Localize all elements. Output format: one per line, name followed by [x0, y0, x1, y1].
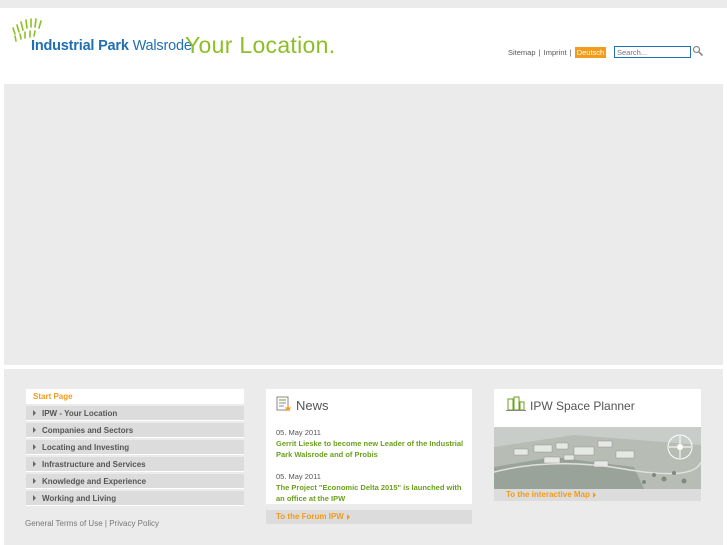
logo[interactable]: Industrial Park Walsrode: [10, 16, 192, 60]
search-icon[interactable]: [692, 45, 704, 57]
news-box: News 05. May 2011 Gerrit Lieske to becom…: [266, 389, 472, 504]
nav-item-working-and-living[interactable]: Working and Living: [26, 491, 244, 506]
news-headline[interactable]: The Project "Economic Delta 2015" is lau…: [276, 482, 466, 504]
nav-item-locating-and-investing[interactable]: Locating and Investing: [26, 440, 244, 455]
terms-link[interactable]: General Terms of Use: [25, 519, 103, 528]
nav-item-label: Working and Living: [42, 493, 117, 503]
language-link[interactable]: Deutsch: [574, 47, 607, 58]
news-item[interactable]: 05. May 2011 The Project "Economic Delta…: [276, 471, 466, 504]
footer-links: General Terms of Use | Privacy Policy: [25, 519, 159, 528]
arrow-right-icon: [346, 513, 350, 520]
arrow-right-icon: [33, 461, 36, 467]
nav-item-label: Knowledge and Experience: [42, 476, 147, 486]
sitemap-link[interactable]: Sitemap: [508, 48, 536, 57]
search-input[interactable]: [614, 46, 691, 58]
main-navigation: Start Page IPW - Your Location Companies…: [26, 389, 244, 506]
separator: |: [569, 48, 572, 57]
top-links: Sitemap | Imprint | Deutsch: [508, 47, 607, 58]
nav-item-label: IPW - Your Location: [42, 408, 118, 418]
logo-text-light: Walsrode: [132, 38, 192, 54]
nav-start-page[interactable]: Start Page: [26, 389, 244, 404]
news-date: 05. May 2011: [276, 428, 321, 437]
slogan: Your Location.: [185, 32, 336, 58]
arrow-right-icon: [33, 495, 36, 501]
nav-item-companies-and-sectors[interactable]: Companies and Sectors: [26, 423, 244, 438]
compass-icon: [667, 434, 693, 460]
nav-item-ipw-your-location[interactable]: IPW - Your Location: [26, 406, 244, 421]
buildings-icon: [506, 396, 526, 411]
nav-item-label: Infrastructure and Services: [42, 459, 146, 469]
news-headline[interactable]: Gerrit Lieske to become new Leader of th…: [276, 438, 466, 460]
arrow-right-icon: [33, 410, 36, 416]
logo-text: Industrial Park Walsrode: [31, 38, 192, 54]
aerial-map-image[interactable]: [494, 427, 701, 489]
top-bar: [0, 0, 727, 8]
logo-text-bold: Industrial Park: [31, 38, 129, 54]
space-planner-box: IPW Space Planner To the interactive Map: [494, 389, 701, 501]
forum-link[interactable]: To the Forum IPW: [266, 510, 472, 524]
nav-item-label: Locating and Investing: [42, 442, 130, 452]
separator: |: [104, 519, 107, 528]
interactive-map-link[interactable]: To the interactive Map: [494, 489, 701, 501]
nav-item-infrastructure-and-services[interactable]: Infrastructure and Services: [26, 457, 244, 472]
forum-link-label: To the Forum IPW: [276, 512, 344, 521]
news-date: 05. May 2011: [276, 472, 321, 481]
hero-banner: [4, 84, 723, 365]
arrow-right-icon: [33, 478, 36, 484]
arrow-right-icon: [592, 491, 596, 498]
imprint-link[interactable]: Imprint: [544, 48, 567, 57]
planner-title: IPW Space Planner: [530, 399, 635, 413]
separator: |: [538, 48, 541, 57]
nav-item-knowledge-and-experience[interactable]: Knowledge and Experience: [26, 474, 244, 489]
map-link-label: To the interactive Map: [506, 490, 590, 499]
arrow-right-icon: [33, 427, 36, 433]
news-title: News: [296, 398, 329, 413]
news-icon: [276, 396, 292, 412]
privacy-link[interactable]: Privacy Policy: [109, 519, 159, 528]
arrow-right-icon: [33, 444, 36, 450]
nav-item-label: Companies and Sectors: [42, 425, 134, 435]
news-item[interactable]: 05. May 2011 Gerrit Lieske to become new…: [276, 427, 466, 460]
